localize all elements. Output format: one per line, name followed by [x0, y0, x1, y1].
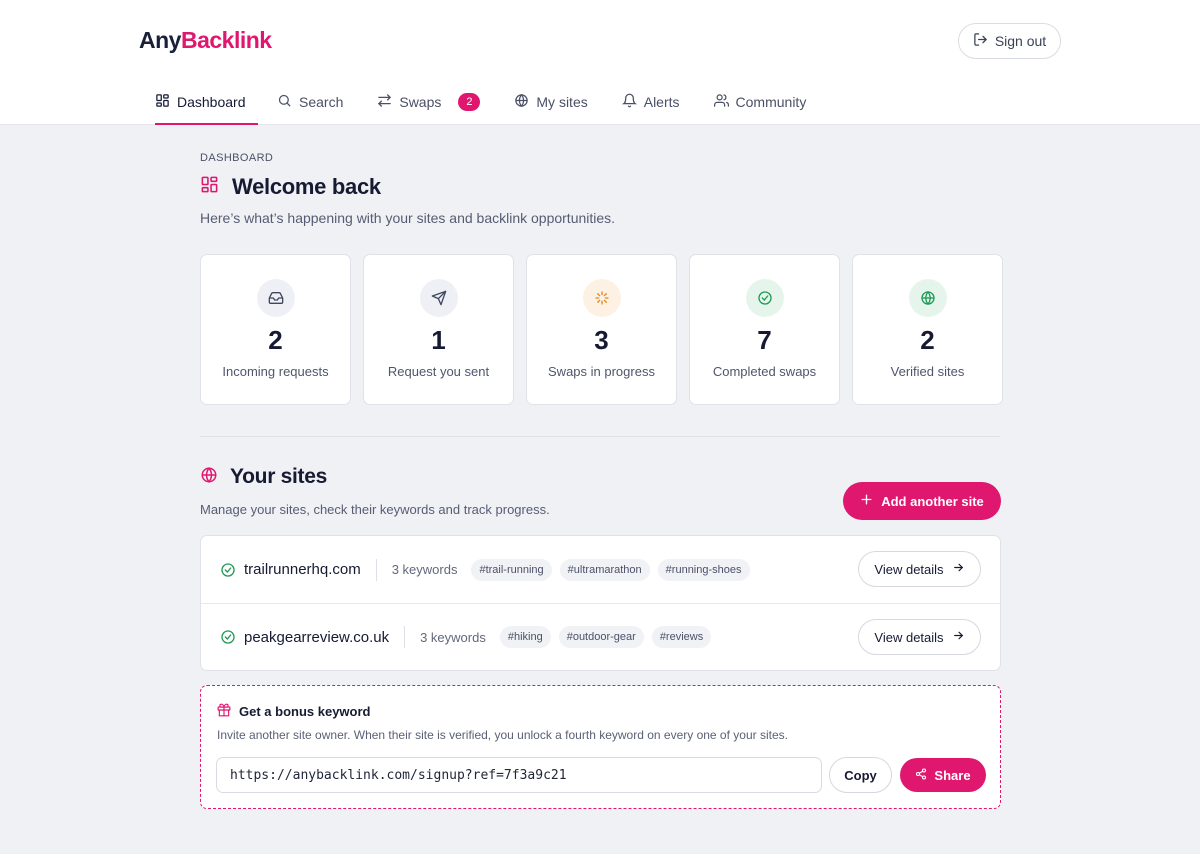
- view-details-label: View details: [874, 561, 944, 577]
- referral-url-field[interactable]: https://anybacklink.com/signup?ref=7f3a9…: [216, 757, 822, 793]
- bonus-title: Get a bonus keyword: [217, 703, 370, 720]
- nav-item-community[interactable]: Community: [713, 82, 807, 122]
- loader-icon: [582, 279, 621, 317]
- sites-title: Your sites: [230, 465, 327, 488]
- dashboard-grid-icon: [200, 175, 219, 199]
- sites-list: trailrunnerhq.com 3 keywords #trail-runn…: [200, 535, 1001, 671]
- keyword-tag: #hiking: [499, 626, 551, 648]
- inbox-icon: [256, 279, 295, 317]
- nav-item-alerts[interactable]: Alerts: [621, 82, 680, 122]
- keyword-tag: #ultramarathon: [559, 558, 650, 581]
- keyword-tag: #outdoor-gear: [558, 626, 644, 648]
- site-domain[interactable]: trailrunnerhq.com: [244, 561, 361, 578]
- swap-icon: [377, 93, 392, 111]
- bonus-description: Invite another site owner. When their si…: [217, 728, 788, 742]
- brand-part-1: Any: [139, 27, 181, 53]
- verified-check-icon: [220, 629, 236, 645]
- site-row: trailrunnerhq.com 3 keywords #trail-runn…: [201, 536, 1000, 603]
- verified-check-icon: [220, 562, 236, 578]
- stat-label: Verified sites: [890, 364, 965, 379]
- view-details-button[interactable]: View details: [858, 619, 981, 655]
- nav-item-dashboard[interactable]: Dashboard: [155, 82, 258, 125]
- nav-label: Search: [299, 94, 344, 110]
- arrow-right-icon: [952, 561, 965, 577]
- globe-icon: [908, 279, 947, 317]
- sign-out-button[interactable]: Sign out: [958, 23, 1061, 59]
- bonus-title-text: Get a bonus keyword: [239, 704, 371, 719]
- nav-label: Dashboard: [177, 94, 246, 110]
- stat-card-incoming-requests[interactable]: 2 Incoming requests: [200, 254, 351, 405]
- view-details-button[interactable]: View details: [858, 551, 981, 587]
- page-title: Welcome back: [232, 174, 381, 199]
- view-details-label: View details: [874, 629, 944, 645]
- brand-part-2: Backlink: [180, 27, 272, 53]
- send-icon: [419, 279, 458, 317]
- sign-out-icon: [973, 32, 988, 50]
- main-nav: Dashboard Search Swaps 2 My sites Alerts…: [139, 82, 806, 125]
- bonus-keyword-card: Get a bonus keyword Invite another site …: [200, 685, 1001, 809]
- nav-item-search[interactable]: Search: [277, 82, 343, 122]
- keyword-tag: #reviews: [651, 626, 712, 648]
- share-label: Share: [934, 767, 971, 783]
- globe-icon: [514, 93, 529, 111]
- add-site-button[interactable]: Add another site: [843, 482, 1001, 520]
- check-circle-icon: [745, 279, 784, 317]
- nav-label: Alerts: [643, 94, 680, 110]
- nav-label: Swaps: [399, 94, 442, 110]
- site-row: peakgearreview.co.uk 3 keywords #hiking …: [201, 603, 1000, 670]
- add-site-label: Add another site: [881, 493, 984, 509]
- stat-card-completed-swaps[interactable]: 7 Completed swaps: [689, 254, 840, 405]
- share-icon: [915, 767, 927, 783]
- stat-value: 2: [268, 325, 283, 355]
- bell-icon: [621, 93, 637, 111]
- sites-header: Your sites: [200, 465, 327, 489]
- gift-icon: [217, 703, 231, 720]
- stat-value: 3: [594, 325, 609, 355]
- copy-button[interactable]: Copy: [829, 757, 892, 793]
- stat-value: 1: [431, 325, 446, 355]
- separator: [404, 626, 406, 648]
- stat-card-swaps-in-progress[interactable]: 3 Swaps in progress: [526, 254, 677, 405]
- nav-item-swaps[interactable]: Swaps 2: [377, 82, 481, 122]
- keyword-count: 3 keywords: [391, 562, 458, 577]
- keyword-count: 3 keywords: [420, 629, 486, 645]
- keyword-tag: #running-shoes: [657, 558, 750, 581]
- brand-logo[interactable]: AnyBacklink: [139, 27, 272, 54]
- welcome-header: Welcome back: [200, 174, 381, 200]
- globe-icon: [200, 466, 218, 489]
- breadcrumb: DASHBOARD: [200, 152, 274, 164]
- arrow-right-icon: [952, 629, 965, 645]
- keyword-tag: #trail-running: [471, 558, 552, 581]
- section-divider: [200, 436, 1000, 437]
- plus-icon: [860, 493, 873, 509]
- stat-label: Swaps in progress: [548, 364, 655, 379]
- page-subtitle: Here’s what’s happening with your sites …: [200, 210, 616, 226]
- swaps-count-badge: 2: [458, 93, 481, 111]
- stat-card-verified-sites[interactable]: 2 Verified sites: [852, 254, 1003, 405]
- stats-row: 2 Incoming requests 1 Request you sent 3…: [200, 254, 1003, 405]
- grid-icon: [155, 93, 170, 111]
- stat-label: Incoming requests: [222, 364, 329, 379]
- share-button[interactable]: Share: [900, 758, 986, 792]
- top-bar: AnyBacklink Sign out Dashboard Search Sw…: [0, 0, 1200, 125]
- users-icon: [713, 93, 729, 111]
- sign-out-label: Sign out: [994, 33, 1047, 49]
- stat-card-requests-sent[interactable]: 1 Request you sent: [363, 254, 514, 405]
- site-domain[interactable]: peakgearreview.co.uk: [244, 629, 389, 646]
- stat-label: Completed swaps: [712, 364, 817, 379]
- separator: [375, 558, 377, 581]
- nav-label: My sites: [536, 94, 588, 110]
- stat-label: Request you sent: [387, 364, 490, 379]
- nav-label: Community: [735, 94, 807, 110]
- sites-subtitle: Manage your sites, check their keywords …: [200, 502, 550, 517]
- stat-value: 2: [920, 325, 935, 355]
- nav-item-my-sites[interactable]: My sites: [514, 82, 588, 122]
- search-icon: [277, 93, 292, 111]
- stat-value: 7: [757, 325, 772, 355]
